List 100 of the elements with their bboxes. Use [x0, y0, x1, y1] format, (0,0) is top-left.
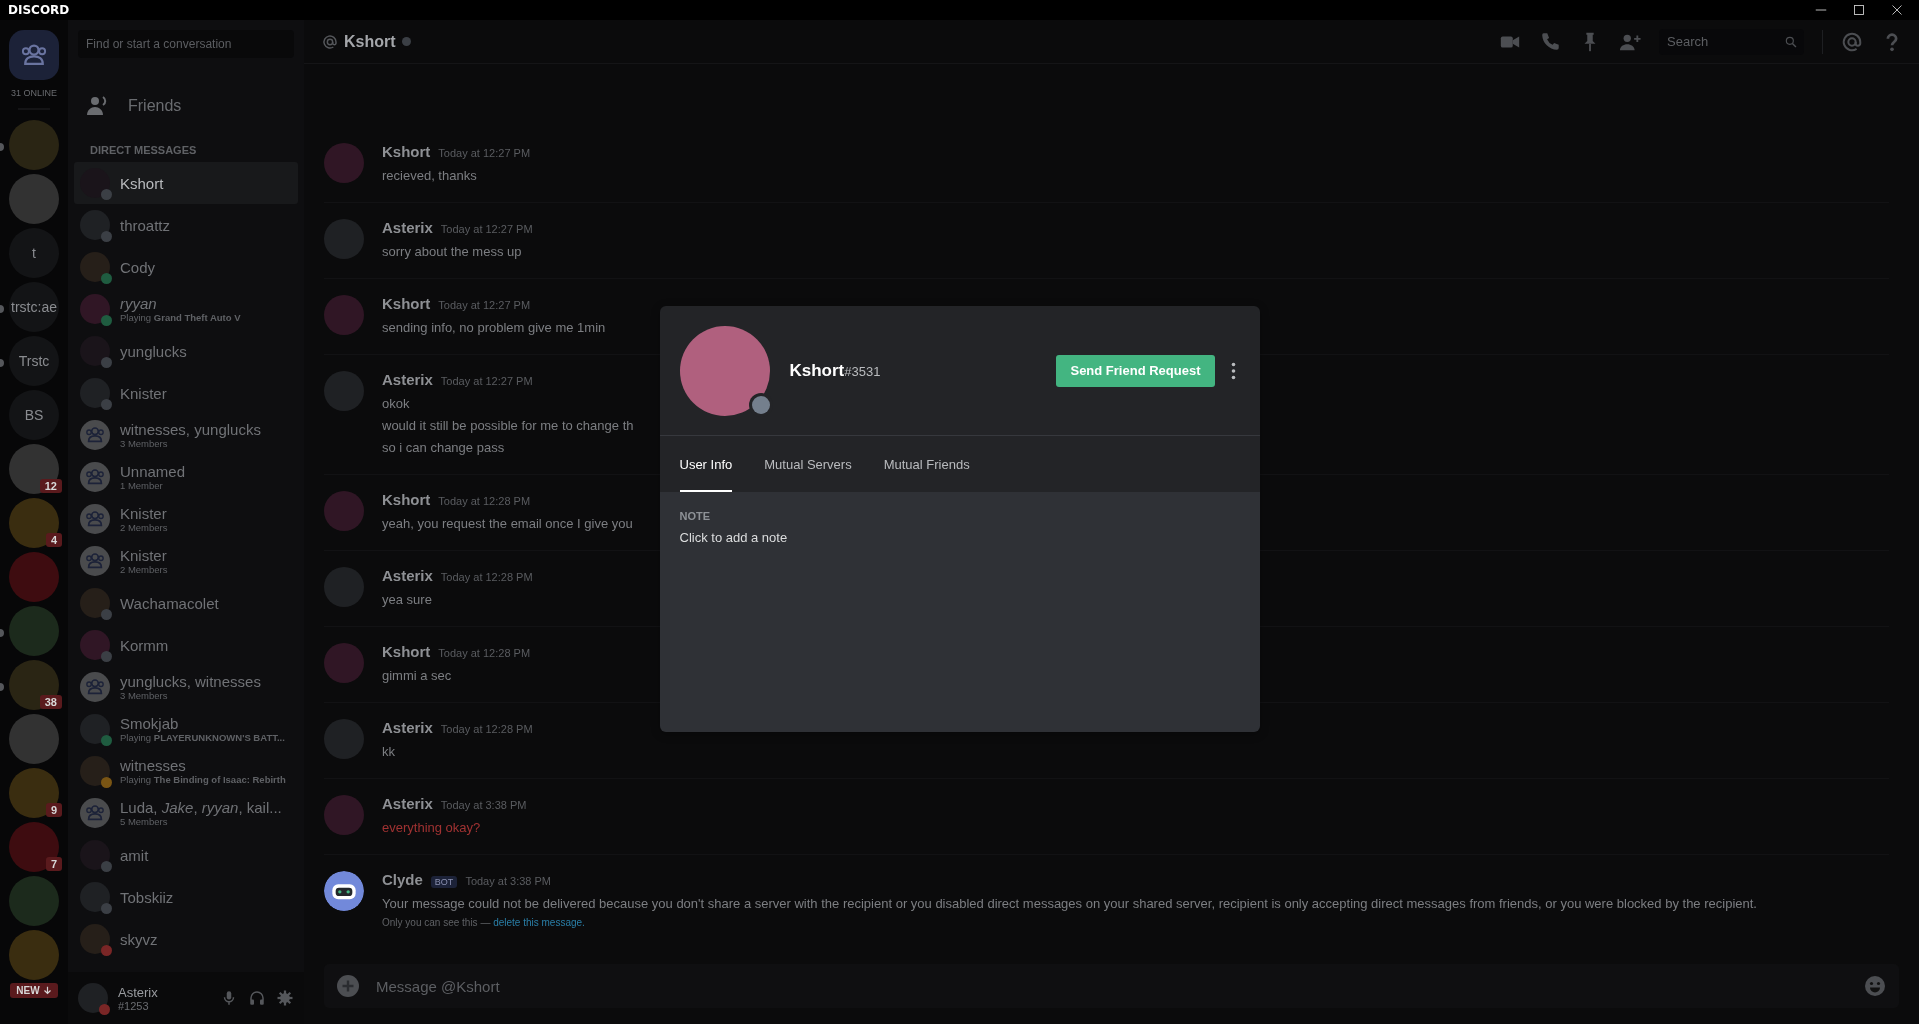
author-name[interactable]: Asterix [382, 567, 433, 584]
message-bar[interactable]: Message @Kshort [324, 964, 1899, 1008]
server-icon[interactable] [9, 444, 59, 494]
maximize-icon[interactable] [1853, 4, 1865, 16]
contact-name: witnesses, yunglucks [120, 421, 261, 438]
timestamp: Today at 12:28 PM [440, 723, 533, 735]
dm-item[interactable]: Knister 2 Members [74, 540, 298, 582]
avatar-photo [324, 371, 364, 411]
search-input[interactable]: Search [1665, 33, 1784, 50]
author-name[interactable]: Kshort [382, 643, 431, 660]
timestamp: Today at 12:27 PM [438, 147, 531, 159]
author-name[interactable]: Asterix [382, 795, 433, 812]
timestamp: Today at 12:27 PM [438, 299, 531, 311]
server-icon[interactable]: t [9, 228, 59, 278]
mention-icon[interactable] [1841, 30, 1863, 53]
author-name[interactable]: Kshort [382, 491, 431, 508]
server-icon[interactable]: trstc:ae [9, 282, 59, 332]
more-icon[interactable] [1230, 361, 1236, 380]
new-badge[interactable]: NEW [10, 983, 58, 998]
home-button[interactable] [9, 30, 59, 80]
dm-item[interactable]: Tobskiiz [74, 876, 298, 918]
message-text: yea sure [382, 591, 433, 609]
avatar-photo [80, 588, 110, 618]
group-icon [80, 462, 110, 492]
avatar-photo [80, 252, 110, 282]
phone-icon[interactable] [1539, 30, 1561, 53]
author-name[interactable]: Asterix [382, 371, 433, 388]
timestamp: Today at 12:28 PM [440, 571, 533, 583]
server-icon[interactable]: Trstc [9, 336, 59, 386]
dm-item[interactable]: ryyan Playing Grand Theft Auto V [74, 288, 298, 330]
dm-item[interactable]: Cody [74, 246, 298, 288]
headphones-icon[interactable] [248, 989, 266, 1007]
author-name[interactable]: Kshort [382, 295, 431, 312]
contact-name: yunglucks [120, 342, 187, 360]
system-note: Only you can see this — delete this message. [382, 916, 586, 930]
message-text: sending info, no problem give me 1min [382, 319, 606, 337]
message-text: sorry about the mess up [382, 243, 523, 261]
server-icon[interactable]: BS [9, 390, 59, 440]
dm-item[interactable]: skyvz [74, 918, 298, 960]
profile-tab[interactable]: Mutual Servers [764, 436, 852, 492]
server-icon[interactable] [9, 660, 59, 710]
dm-item[interactable]: witnesses, yunglucks 3 Members [74, 414, 298, 456]
contact-name: Wachamacolet [120, 594, 219, 612]
dm-item[interactable]: Luda, Jake, ryyan, kail... 5 Members [74, 792, 298, 834]
avatar-photo [324, 795, 364, 835]
timestamp: Today at 12:28 PM [438, 647, 531, 659]
search-field[interactable]: Find or start a conversation [78, 30, 294, 58]
dm-item[interactable]: Wachamacolet [74, 582, 298, 624]
dm-item[interactable]: Kormm [74, 624, 298, 666]
contact-name: Tobskiiz [120, 888, 174, 906]
dm-item[interactable]: throattz [74, 204, 298, 246]
contact-activity: Playing PLAYERUNKNOWN'S BATT... [120, 732, 285, 743]
author-name[interactable]: Kshort [382, 143, 431, 160]
bot-tag: BOT [430, 876, 458, 888]
profile-tab[interactable]: Mutual Friends [883, 436, 970, 492]
contact-activity: 2 Members [120, 522, 168, 533]
contact-name: Knister [120, 384, 167, 402]
upload-plus-icon[interactable] [336, 974, 360, 998]
app-logo: DISCORD [8, 3, 70, 17]
dm-item[interactable]: yunglucks, witnesses 3 Members [74, 666, 298, 708]
contact-activity: 1 Member [120, 480, 164, 491]
avatar-photo [80, 294, 110, 324]
contact-name: Kormm [120, 636, 169, 654]
contact-name: skyvz [120, 930, 158, 948]
close-icon[interactable] [1891, 4, 1903, 16]
dm-item[interactable]: witnesses Playing The Binding of Isaac: Rebirth [74, 750, 298, 792]
dm-item[interactable]: yunglucks [74, 330, 298, 372]
avatar-photo [324, 143, 364, 183]
avatar-photo [80, 882, 110, 912]
group-icon [80, 672, 110, 702]
contact-name: throattz [120, 216, 171, 234]
username: Asterix [118, 984, 159, 1000]
group-icon [80, 798, 110, 828]
message-field[interactable]: Message @Kshort [374, 976, 1849, 996]
group-icon [80, 504, 110, 534]
delete-link[interactable]: delete this message. [493, 917, 585, 928]
emoji-icon[interactable] [1863, 974, 1887, 998]
contact-name: ryyan [120, 295, 158, 312]
timestamp: Today at 12:28 PM [438, 495, 531, 507]
avatar-photo [324, 295, 364, 335]
avatar-photo [80, 210, 110, 240]
dm-item[interactable]: Kshort [74, 162, 298, 204]
contact-name: Knister [120, 547, 168, 564]
dm-item[interactable]: Knister 2 Members [74, 498, 298, 540]
dm-item[interactable]: Unnamed 1 Member [74, 456, 298, 498]
contact-name: Smokjab [120, 715, 180, 732]
dm-item[interactable]: Knister [74, 372, 298, 414]
dm-item[interactable]: Smokjab Playing PLAYERUNKNOWN'S BATT... [74, 708, 298, 750]
author-name[interactable]: Asterix [382, 719, 433, 736]
settings-icon[interactable] [276, 989, 294, 1007]
contact-name: Unnamed [120, 463, 186, 480]
message-text: yeah, you request the email once I give you [382, 515, 633, 533]
author-name[interactable]: Clyde [382, 871, 423, 888]
search-bar[interactable]: Search [1659, 28, 1804, 55]
note-field[interactable]: Click to add a note [679, 530, 1240, 545]
dm-item[interactable]: amit [74, 834, 298, 876]
author-name[interactable]: Asterix [382, 219, 433, 236]
send-friend-request-button[interactable]: Send Friend Request [1056, 354, 1215, 387]
bot-avatar-icon [324, 871, 364, 911]
friends-item[interactable]: Friends [76, 86, 296, 126]
